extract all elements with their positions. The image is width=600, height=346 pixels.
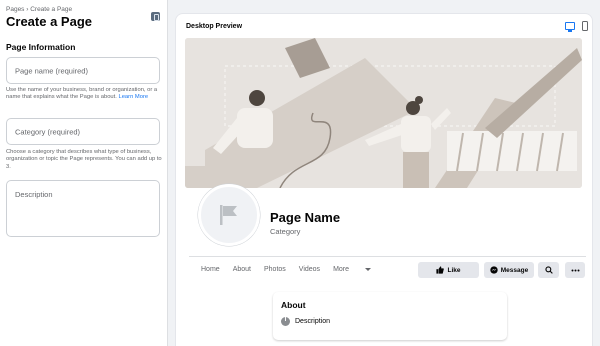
panel-toggle-icon[interactable] <box>151 12 160 21</box>
mobile-icon[interactable] <box>582 21 588 31</box>
category-placeholder: Category (required) <box>15 127 81 136</box>
flag-icon <box>220 205 237 225</box>
message-button-label: Message <box>500 266 529 274</box>
page-title: Create a Page <box>6 14 92 29</box>
about-description: Description <box>295 318 331 325</box>
thumbs-up-icon <box>436 266 445 274</box>
preview-title: Desktop Preview <box>186 23 243 30</box>
page-name-placeholder: Page name (required) <box>15 66 88 75</box>
description-placeholder: Description <box>15 190 53 199</box>
tab-videos[interactable]: Videos <box>299 266 320 273</box>
messenger-icon <box>490 266 498 274</box>
tab-more-label: More <box>333 266 350 273</box>
like-button-label: Like <box>447 266 461 274</box>
nav-divider <box>189 256 586 257</box>
about-card: About Description <box>273 292 507 340</box>
cover-photo <box>185 38 582 188</box>
tab-more[interactable]: More <box>333 266 384 273</box>
page-tabs: Home About Photos Videos More <box>201 266 397 273</box>
tab-photos[interactable]: Photos <box>264 266 286 273</box>
profile-picture[interactable] <box>198 184 260 246</box>
page-name-input[interactable]: Page name (required) <box>6 57 160 84</box>
ellipsis-icon <box>571 269 579 271</box>
search-button[interactable] <box>538 262 559 278</box>
tab-home[interactable]: Home <box>201 266 220 273</box>
page-name: Page Name <box>270 210 341 225</box>
like-button[interactable]: Like <box>418 262 479 278</box>
cover-illustration <box>185 38 582 188</box>
description-textarea[interactable]: Description <box>6 180 160 237</box>
about-title: About <box>281 300 306 310</box>
more-options-button[interactable] <box>565 262 585 278</box>
page-category: Category <box>270 227 301 236</box>
page-name-help: Use the name of your business, brand or … <box>6 87 162 102</box>
message-button[interactable]: Message <box>484 262 534 278</box>
desktop-icon[interactable] <box>565 22 575 32</box>
caret-down-icon <box>365 267 372 271</box>
learn-more-link[interactable]: Learn More <box>118 94 148 100</box>
info-icon <box>281 316 290 326</box>
section-title: Page Information <box>6 42 76 52</box>
desktop-preview: Desktop Preview Page Name Category Home … <box>176 14 592 346</box>
breadcrumb[interactable]: Pages › Create a Page <box>6 6 72 13</box>
create-page-panel: Pages › Create a Page Create a Page Page… <box>0 0 168 346</box>
search-icon <box>544 266 553 274</box>
tab-about[interactable]: About <box>233 266 251 273</box>
category-input[interactable]: Category (required) <box>6 118 160 145</box>
category-help: Choose a category that describes what ty… <box>6 149 162 170</box>
